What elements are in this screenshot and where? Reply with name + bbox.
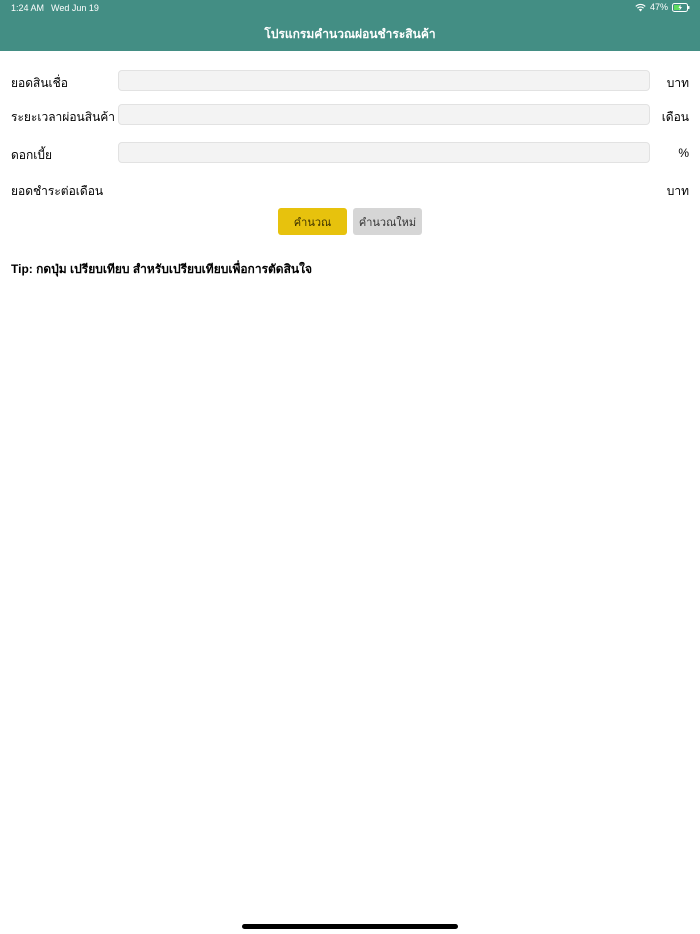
wifi-icon <box>635 3 646 12</box>
home-indicator[interactable] <box>242 924 458 929</box>
battery-percent: 47% <box>649 2 668 12</box>
interest-row: ดอกเบี้ย % <box>0 142 700 164</box>
status-time: 1:24 AM <box>11 3 45 13</box>
duration-label: ระยะเวลาผ่อนสินค้า <box>11 110 116 124</box>
duration-row: ระยะเวลาผ่อนสินค้า เดือน <box>0 104 700 126</box>
tip-text: Tip: กดปุ่ม เปรียบเทียบ สำหรับเปรียบเทีย… <box>11 262 313 276</box>
duration-unit: เดือน <box>661 110 689 124</box>
page-title: โปรแกรมคำนวณผ่อนชำระสินค้า <box>264 27 436 41</box>
reset-button[interactable]: คำนวณใหม่ <box>353 208 422 235</box>
status-right: 47% <box>635 2 690 12</box>
monthly-unit: บาท <box>666 184 689 198</box>
duration-input[interactable] <box>118 104 650 125</box>
status-bar: 1:24 AM Wed Jun 19 47% <box>0 0 700 16</box>
calculate-button[interactable]: คำนวณ <box>278 208 347 235</box>
monthly-row: ยอดชำระต่อเดือน บาท <box>0 178 700 200</box>
interest-input[interactable] <box>118 142 650 163</box>
app-header: 1:24 AM Wed Jun 19 47% โปรแกรมคำนวณผ่อนช… <box>0 0 700 51</box>
principal-input[interactable] <box>118 70 650 91</box>
principal-label: ยอดสินเชื่อ <box>11 76 69 90</box>
interest-label: ดอกเบี้ย <box>11 148 53 162</box>
principal-row: ยอดสินเชื่อ บาท <box>0 70 700 92</box>
battery-charging-icon <box>672 2 690 12</box>
status-date: Wed Jun 19 <box>51 3 99 13</box>
interest-unit: % <box>678 146 689 160</box>
principal-unit: บาท <box>666 76 689 90</box>
monthly-label: ยอดชำระต่อเดือน <box>11 184 104 198</box>
